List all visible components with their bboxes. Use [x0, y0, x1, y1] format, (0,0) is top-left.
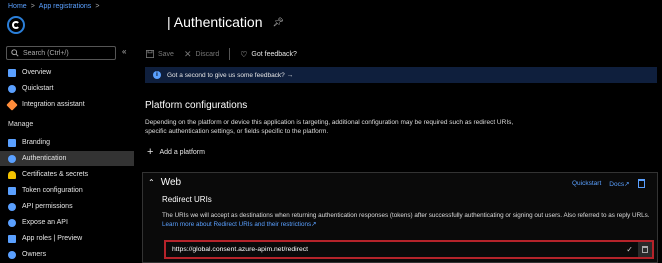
save-icon — [146, 50, 154, 58]
info-icon: i — [153, 71, 161, 79]
section-description: Depending on the platform or device this… — [145, 119, 514, 135]
section-title: Platform configurations — [145, 100, 248, 111]
close-icon: ✕ — [183, 48, 192, 59]
feedback-banner[interactable]: i Got a second to give us some feedback?… — [145, 67, 657, 83]
discard-button[interactable]: ✕ Discard — [184, 49, 219, 60]
sidebar-item-label: Owners — [22, 251, 47, 258]
page-title: | Authentication 📌︎ — [167, 14, 284, 30]
collapse-sidebar-icon[interactable]: « — [122, 47, 126, 56]
plus-icon: + — [147, 146, 154, 158]
trash-icon — [642, 246, 648, 253]
sidebar-item-overview[interactable]: Overview — [0, 65, 134, 80]
delete-uri-button[interactable] — [638, 242, 652, 257]
branding-icon — [8, 138, 16, 147]
sidebar-item-branding[interactable]: Branding — [0, 135, 134, 150]
sidebar-item-owners[interactable]: Owners — [0, 247, 134, 262]
search-placeholder: Search (Ctrl+/) — [23, 49, 69, 57]
sidebar-item-label: Expose an API — [22, 219, 68, 226]
breadcrumb-separator: > — [95, 3, 100, 10]
sidebar-item-label: Quickstart — [22, 85, 54, 92]
sidebar-item-token-configuration[interactable]: Token configuration — [0, 183, 134, 198]
sidebar-item-label: Authentication — [22, 155, 67, 162]
sidebar-item-quickstart[interactable]: Quickstart — [0, 81, 134, 96]
sidebar-item-app-roles[interactable]: App roles | Preview — [0, 231, 134, 246]
toolbar-divider — [229, 48, 231, 60]
redirect-uri-input[interactable] — [166, 242, 622, 257]
sidebar-item-label: Branding — [22, 139, 51, 146]
sidebar-item-integration-assistant[interactable]: Integration assistant — [0, 97, 134, 112]
learn-more-link[interactable]: Learn more about Redirect URIs and their… — [162, 221, 316, 228]
sidebar-item-certificates-secrets[interactable]: Certificates & secrets — [0, 167, 134, 182]
sidebar-item-label: Token configuration — [22, 187, 83, 194]
quickstart-link[interactable]: Quickstart — [572, 180, 601, 187]
web-card-header[interactable]: ⌃ Web — [148, 177, 181, 188]
docs-link[interactable]: Docs↗ — [609, 180, 629, 188]
sidebar-item-label: Overview — [22, 69, 52, 76]
breadcrumb-separator: > — [30, 3, 35, 10]
token-icon — [8, 186, 16, 195]
cloud-icon — [8, 84, 16, 93]
sidebar-item-expose-an-api[interactable]: Expose an API — [0, 215, 134, 230]
web-card-title: Web — [160, 177, 182, 188]
breadcrumb-home[interactable]: Home — [8, 3, 27, 10]
redirect-uris-title: Redirect URIs — [162, 195, 212, 204]
breadcrumb-app-registrations[interactable]: App registrations — [39, 3, 92, 10]
checkmark-icon: ✓ — [626, 245, 633, 254]
breadcrumb: Home > App registrations > — [8, 3, 99, 10]
add-platform-button[interactable]: + Add a platform — [147, 146, 205, 158]
permissions-icon — [8, 202, 16, 211]
banner-text: Got a second to give us some feedback? → — [167, 71, 294, 79]
save-button[interactable]: Save — [146, 50, 174, 58]
page-title-text: Authentication — [173, 14, 263, 30]
search-icon — [11, 49, 19, 57]
sidebar-section-manage: Manage — [8, 121, 34, 128]
app-logo-icon — [7, 16, 25, 34]
grid-icon — [8, 68, 16, 77]
redirect-uri-row: ✓ — [164, 240, 654, 259]
heart-icon: ♡ — [240, 49, 248, 59]
app-roles-icon — [8, 234, 16, 243]
authentication-icon — [8, 154, 16, 163]
sidebar-item-label: Integration assistant — [22, 101, 85, 108]
web-card-actions: Quickstart Docs↗ — [572, 179, 645, 188]
key-icon — [8, 170, 16, 179]
feedback-button[interactable]: ♡ Got feedback? — [240, 50, 297, 59]
rocket-icon — [6, 98, 18, 111]
sidebar-item-label: API permissions — [22, 203, 73, 210]
chevron-up-icon[interactable]: ⌃ — [148, 178, 155, 187]
sidebar-item-authentication[interactable]: Authentication — [0, 151, 134, 166]
external-link-icon: ↗ — [311, 221, 317, 228]
owners-icon — [8, 250, 16, 259]
pin-icon[interactable]: 📌︎ — [273, 17, 284, 28]
search-input[interactable]: Search (Ctrl+/) — [6, 46, 116, 60]
delete-icon[interactable] — [637, 179, 645, 188]
redirect-uris-description: The URIs we will accept as destinations … — [162, 212, 650, 228]
command-bar: Save ✕ Discard ♡ Got feedback? — [146, 48, 297, 60]
sidebar-item-label: Certificates & secrets — [22, 171, 89, 178]
sidebar-item-label: App roles | Preview — [22, 235, 83, 242]
sidebar-item-api-permissions[interactable]: API permissions — [0, 199, 134, 214]
external-link-icon: ↗ — [624, 180, 630, 188]
cloud-api-icon — [8, 218, 16, 227]
